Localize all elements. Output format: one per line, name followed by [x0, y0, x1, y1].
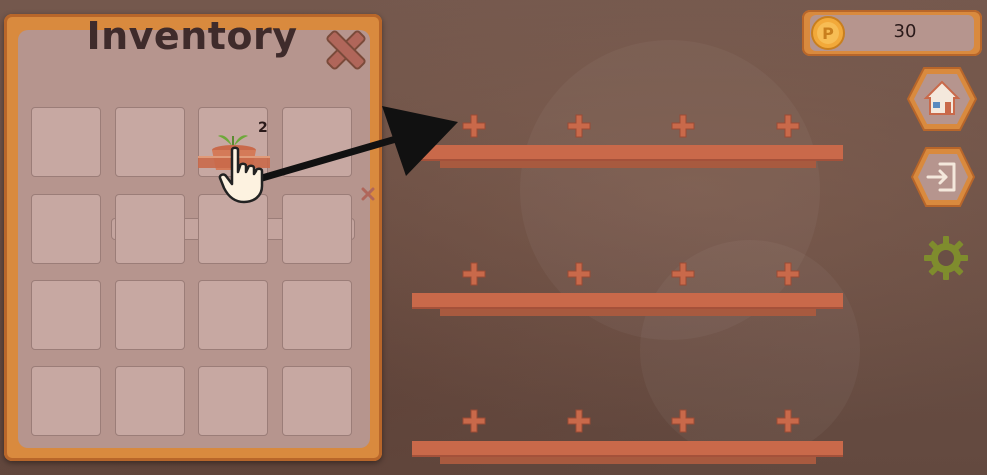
inventory-slot[interactable] [115, 194, 185, 264]
inventory-slot[interactable] [115, 366, 185, 436]
inventory-slot[interactable] [115, 280, 185, 350]
inventory-slot[interactable] [282, 107, 352, 177]
add-plant-button[interactable] [670, 408, 696, 434]
shelf-support [440, 454, 816, 464]
home-button[interactable] [906, 66, 978, 132]
inventory-slot[interactable] [282, 366, 352, 436]
add-plant-button[interactable] [566, 261, 592, 287]
shelf [412, 145, 843, 159]
add-plant-button[interactable] [461, 261, 487, 287]
game-screen: Inventory 2 P 30 [0, 0, 987, 475]
inventory-slot[interactable] [31, 280, 101, 350]
add-plant-button[interactable] [775, 261, 801, 287]
svg-text:P: P [822, 24, 834, 43]
add-plant-button[interactable] [461, 408, 487, 434]
shelf [412, 293, 843, 307]
add-plant-button[interactable] [461, 113, 487, 139]
inventory-slot[interactable] [282, 194, 352, 264]
shelf [412, 441, 843, 455]
add-plant-button[interactable] [775, 113, 801, 139]
add-plant-button[interactable] [566, 408, 592, 434]
inventory-slot[interactable] [198, 366, 268, 436]
add-plant-button[interactable] [670, 261, 696, 287]
shelf-support [440, 158, 816, 168]
hand-pointer-icon [218, 146, 264, 204]
add-plant-button[interactable] [670, 113, 696, 139]
coin-icon: P [811, 16, 845, 50]
inventory-slot[interactable] [198, 280, 268, 350]
coin-amount: 30 [893, 21, 917, 42]
close-icon[interactable] [322, 26, 370, 74]
inventory-slot[interactable] [198, 194, 268, 264]
inventory-slot[interactable] [31, 366, 101, 436]
exit-button[interactable] [910, 146, 976, 208]
shelf-support [440, 306, 816, 316]
inventory-slot[interactable] [31, 107, 101, 177]
gear-icon[interactable] [922, 234, 970, 282]
item-count-badge: 2 [258, 120, 268, 136]
inventory-slot[interactable] [282, 280, 352, 350]
add-plant-button[interactable] [775, 408, 801, 434]
inventory-slot[interactable] [115, 107, 185, 177]
small-close-icon [361, 187, 375, 201]
add-plant-button[interactable] [566, 113, 592, 139]
inventory-slot[interactable] [31, 194, 101, 264]
